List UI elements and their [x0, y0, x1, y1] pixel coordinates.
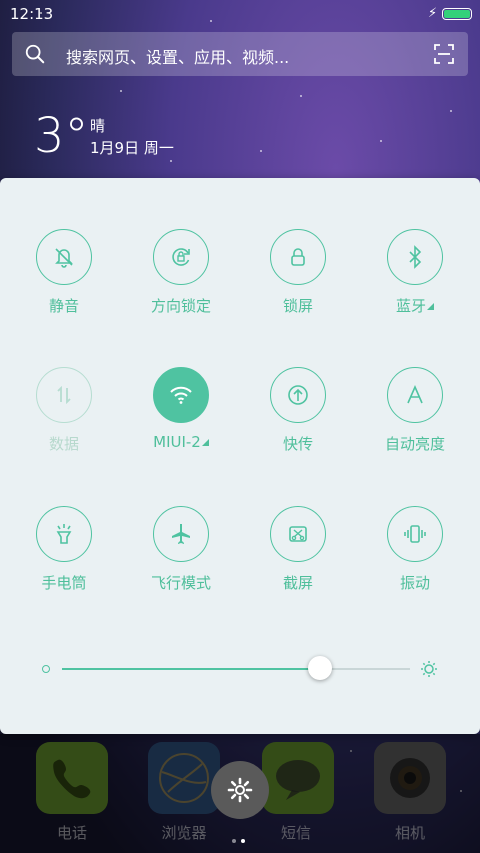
toggle-label: MIUI-2 — [131, 433, 231, 451]
toggle-label: 手电筒 — [41, 574, 87, 592]
brightness-fill — [62, 668, 320, 670]
settings-button[interactable] — [211, 761, 269, 819]
weather-temperature: 3° — [34, 108, 89, 164]
auto-brightness-icon — [387, 367, 443, 423]
toggle-wifi[interactable]: MIUI-2 — [131, 367, 231, 451]
vibrate-icon — [387, 506, 443, 562]
toggle-label: 截屏 — [282, 574, 313, 592]
charging-icon: ⚡ — [428, 6, 438, 21]
toggle-mobile-data[interactable]: 数据 — [14, 367, 114, 454]
toggle-auto-brightness[interactable]: 自动亮度 — [365, 367, 465, 454]
flashlight-icon — [36, 506, 92, 562]
brightness-thumb[interactable] — [307, 656, 332, 680]
toggle-bluetooth[interactable]: 蓝牙 — [365, 229, 465, 316]
toggle-vibrate[interactable]: 振动 — [365, 506, 465, 593]
lock-icon — [270, 229, 326, 285]
status-bar: 12:13 ⚡ — [0, 0, 480, 28]
airplane-icon — [153, 506, 209, 562]
toggle-label: 数据 — [48, 435, 79, 453]
battery-icon — [442, 8, 472, 20]
page-dot-active — [241, 839, 245, 843]
weather-date: 1月9日 周一 — [90, 139, 174, 157]
brightness-slider[interactable] — [62, 668, 410, 670]
brightness-high-icon — [421, 661, 437, 677]
status-time: 12:13 — [10, 5, 54, 23]
toggle-label: 振动 — [399, 574, 430, 592]
submenu-indicator-icon — [201, 439, 209, 446]
page-dot — [232, 839, 236, 843]
toggle-label: 锁屏 — [282, 297, 313, 315]
toggle-flashlight[interactable]: 手电筒 — [14, 506, 114, 593]
toggle-mute[interactable]: 静音 — [14, 229, 114, 316]
toggle-quick-transfer[interactable]: 快传 — [248, 367, 348, 454]
search-placeholder: 搜索网页、设置、应用、视频... — [66, 48, 290, 67]
quick-settings-panel: 静音 方向锁定 锁屏 蓝牙 数据 MIUI-2 快传 自动亮度 手电筒 飞行模式… — [0, 178, 480, 734]
weather-condition: 晴 — [90, 117, 106, 135]
page-indicator — [232, 828, 250, 847]
toggle-label: 快传 — [282, 435, 313, 453]
toggle-label: 自动亮度 — [384, 435, 445, 453]
bell-off-icon — [36, 229, 92, 285]
brightness-low-icon — [42, 665, 50, 673]
toggle-lock-screen[interactable]: 锁屏 — [248, 229, 348, 316]
rotation-lock-icon — [153, 229, 209, 285]
toggle-airplane-mode[interactable]: 飞行模式 — [131, 506, 231, 593]
toggle-label: 蓝牙 — [365, 295, 465, 316]
search-icon — [25, 44, 45, 64]
submenu-indicator-icon — [427, 303, 434, 310]
toggle-rotation-lock[interactable]: 方向锁定 — [131, 229, 231, 316]
gear-icon — [227, 777, 253, 803]
toggle-label: 方向锁定 — [150, 297, 211, 315]
toggle-screenshot[interactable]: 截屏 — [248, 506, 348, 593]
search-bar[interactable]: 搜索网页、设置、应用、视频... — [12, 32, 468, 76]
screenshot-icon — [270, 506, 326, 562]
quick-transfer-icon — [270, 367, 326, 423]
scan-icon[interactable] — [434, 44, 454, 64]
wifi-icon — [153, 367, 209, 423]
toggle-label: 飞行模式 — [150, 574, 211, 592]
mobile-data-icon — [36, 367, 92, 423]
bluetooth-icon — [387, 229, 443, 285]
toggle-label: 静音 — [48, 297, 79, 315]
